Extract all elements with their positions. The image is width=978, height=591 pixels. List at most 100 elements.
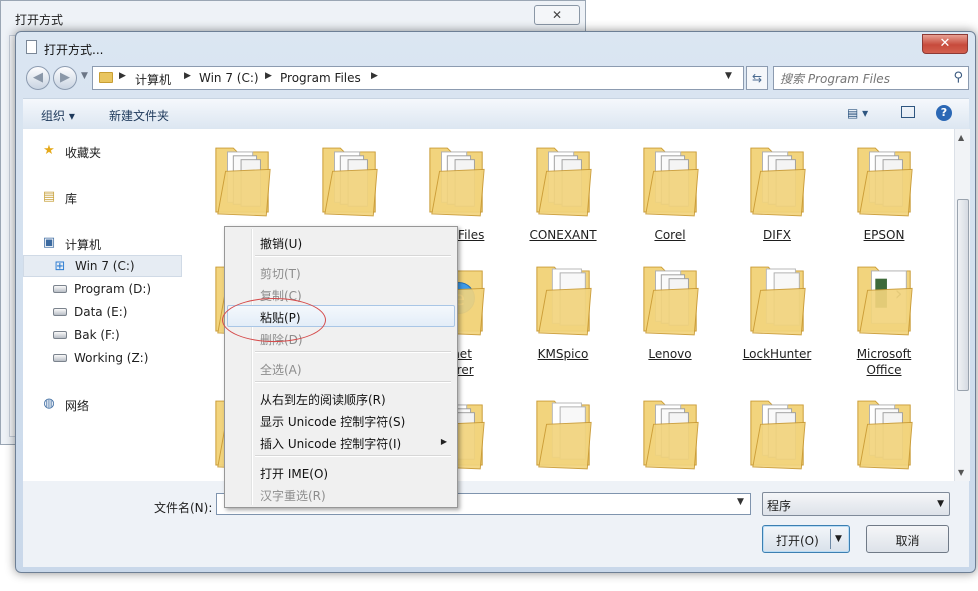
nav-network[interactable]: ◍ 网络 (23, 393, 182, 415)
folder-label: Lenovo (648, 347, 692, 361)
context-menu-item-label: 显示 Unicode 控制字符(S) (260, 415, 406, 429)
chevron-right-icon[interactable]: ▶ (371, 71, 378, 81)
search-box[interactable]: ⚲ (773, 66, 969, 90)
preview-pane-icon[interactable] (901, 106, 915, 118)
close-button[interactable]: ✕ (922, 34, 968, 54)
context-menu-item[interactable]: 显示 Unicode 控制字符(S) (227, 409, 455, 431)
nav-drive-z[interactable]: Working (Z:) (23, 347, 182, 369)
search-input[interactable] (778, 69, 946, 89)
history-dropdown-icon[interactable]: ▼ (81, 71, 88, 81)
background-close-button[interactable]: ✕ (534, 5, 580, 25)
chevron-right-icon[interactable]: ▶ (265, 71, 272, 81)
refresh-button[interactable]: ⇆ (746, 66, 768, 90)
folder-icon (429, 147, 485, 217)
folder-item[interactable]: › MicrosoftOffice (834, 251, 934, 377)
chevron-right-icon[interactable]: ▶ (184, 71, 191, 81)
nav-drive-label: Working (Z:) (74, 351, 149, 365)
folder-icon (215, 147, 271, 217)
scrollbar-thumb[interactable] (957, 199, 969, 391)
folder-item[interactable]: LockHunter (727, 251, 827, 366)
drive-icon (53, 354, 67, 362)
back-button[interactable]: ◀ (26, 66, 50, 90)
nav-computer[interactable]: ▣ 计算机 (23, 232, 182, 254)
context-menu-item[interactable]: 从右到左的阅读顺序(R) (227, 387, 455, 409)
forward-button[interactable]: ▶ (53, 66, 77, 90)
file-type-select[interactable]: 程序 ▼ (762, 492, 950, 516)
folder-item[interactable]: EPSON (834, 132, 934, 247)
folder-item[interactable] (834, 385, 934, 481)
context-menu-item[interactable]: 打开 IME(O) (227, 461, 455, 483)
scroll-up-icon[interactable]: ▲ (958, 133, 964, 142)
folder-label: Microsoft Office (856, 347, 912, 377)
chevron-right-icon[interactable]: ▶ (119, 71, 126, 81)
open-options-icon[interactable]: ▼ (835, 534, 842, 544)
address-dropdown-icon[interactable]: ▼ (725, 71, 732, 81)
folder-item[interactable] (620, 385, 720, 481)
nav-drive-f[interactable]: Bak (F:) (23, 324, 182, 346)
folder-item[interactable]: Corel (620, 132, 720, 247)
drive-icon (53, 331, 67, 339)
context-menu-item[interactable]: 撤销(U) (227, 231, 455, 253)
open-button[interactable]: 打开(O) ▼ (762, 525, 850, 553)
file-type-value: 程序 (767, 499, 792, 513)
open-button-label: 打开(O) (776, 534, 819, 548)
search-icon[interactable]: ⚲ (953, 70, 963, 85)
folder-icon (643, 400, 699, 470)
titlebar: 打开方式... ✕ (16, 32, 975, 62)
toolbar: 组织 ▾ 新建文件夹 ▤ ▾ ? (23, 98, 969, 130)
help-icon[interactable]: ? (936, 105, 952, 121)
folder-icon (322, 147, 378, 217)
context-menu-item-label: 全选(A) (260, 363, 302, 377)
folder-item[interactable]: CONEXANT (513, 132, 613, 247)
nav-network-label: 网络 (65, 399, 90, 413)
nav-drive-c[interactable]: ⊞ Win 7 (C:) (23, 255, 182, 277)
folder-icon (536, 147, 592, 217)
nav-libraries-label: 库 (65, 192, 78, 206)
drive-icon (53, 308, 67, 316)
nav-libraries[interactable]: ▤ 库 (23, 186, 182, 208)
folder-icon (99, 72, 113, 83)
filename-label: 文件名(N): (154, 501, 213, 515)
bottom-panel: 文件名(N): ▼ 程序 ▼ 打开(O) ▼ 取消 (23, 481, 969, 567)
address-bar[interactable]: ▶ 计算机 ▶ Win 7 (C:) ▶ Program Files ▶ ▼ (92, 66, 744, 90)
highlight-ring (222, 298, 326, 342)
vertical-scrollbar[interactable]: ▲ ▼ (954, 129, 970, 481)
nav-drive-e[interactable]: Data (E:) (23, 301, 182, 323)
context-menu-item-label: 插入 Unicode 控制字符(I) (260, 437, 402, 451)
scroll-down-icon[interactable]: ▼ (958, 468, 964, 477)
context-menu-item-label: 从右到左的阅读顺序(R) (260, 393, 386, 407)
breadcrumb-computer[interactable]: 计算机 (135, 71, 171, 88)
folder-item[interactable] (513, 385, 613, 481)
organize-button[interactable]: 组织 ▾ (41, 107, 75, 124)
folder-item[interactable]: DIFX (727, 132, 827, 247)
context-menu-item-label: 汉字重选(R) (260, 489, 326, 503)
new-folder-button[interactable]: 新建文件夹 (109, 107, 169, 124)
menu-separator (255, 255, 451, 257)
folder-item[interactable] (727, 385, 827, 481)
nav-favorites[interactable]: ★ 收藏夹 (23, 140, 182, 162)
nav-drive-label: Data (E:) (74, 305, 128, 319)
change-view-icon[interactable]: ▤ ▾ (847, 106, 868, 120)
filename-dropdown-icon[interactable]: ▼ (737, 497, 744, 507)
nav-drive-d[interactable]: Program (D:) (23, 278, 182, 300)
breadcrumb-drive[interactable]: Win 7 (C:) (199, 71, 259, 85)
breadcrumb-program-files[interactable]: Program Files (280, 71, 361, 85)
folder-item[interactable]: KMSpico (513, 251, 613, 366)
folder-label: Corel (654, 228, 686, 242)
nav-computer-label: 计算机 (65, 238, 102, 252)
folder-label: EPSON (863, 228, 905, 242)
windows-drive-icon: ⊞ (54, 259, 66, 274)
nav-drive-label: Program (D:) (74, 282, 152, 296)
folder-icon (643, 147, 699, 217)
split-divider (830, 529, 831, 549)
folder-icon (750, 147, 806, 217)
folder-icon (643, 266, 699, 336)
network-icon: ◍ (43, 396, 55, 411)
cancel-button[interactable]: 取消 (866, 525, 949, 553)
drive-icon (53, 285, 67, 293)
context-menu-item[interactable]: 插入 Unicode 控制字符(I) ▶ (227, 431, 455, 453)
submenu-arrow-icon: ▶ (440, 437, 447, 446)
nav-drive-label: Bak (F:) (74, 328, 120, 342)
address-row: ◀ ▶ ▼ ▶ 计算机 ▶ Win 7 (C:) ▶ Program Files… (24, 64, 969, 92)
folder-item[interactable]: Lenovo (620, 251, 720, 366)
